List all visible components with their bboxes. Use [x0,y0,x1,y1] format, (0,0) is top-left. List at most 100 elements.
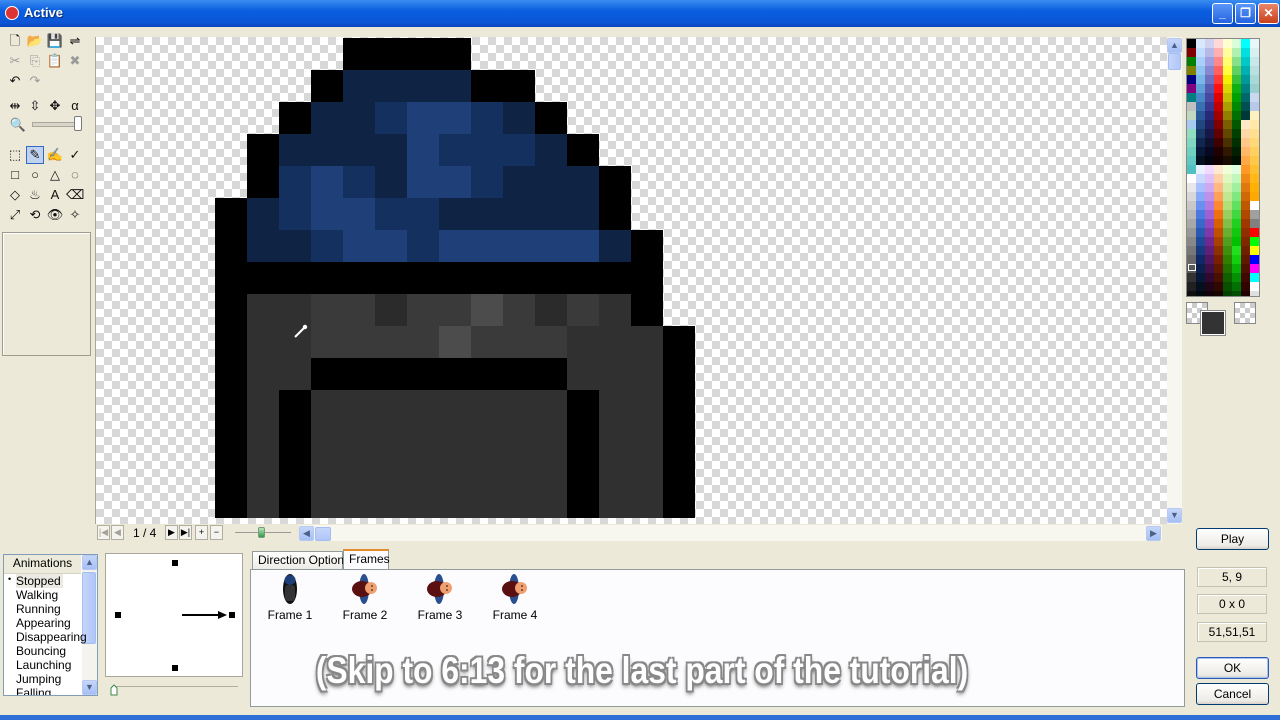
palette-swatch[interactable] [1223,192,1232,201]
eraser-icon[interactable]: ⌫ [66,186,84,204]
palette-swatch[interactable] [1223,57,1232,66]
palette-swatch[interactable] [1232,120,1241,129]
palette-swatch[interactable] [1250,282,1259,291]
palette-swatch[interactable] [1232,129,1241,138]
palette-swatch[interactable] [1250,111,1259,120]
palette-swatch[interactable] [1232,219,1241,228]
palette-swatch[interactable] [1196,273,1205,282]
polygon-icon[interactable]: △ [46,166,64,184]
palette-swatch[interactable] [1205,120,1214,129]
add-frame-button[interactable]: + [195,525,208,540]
palette-swatch[interactable] [1214,282,1223,291]
direction-speed-thumb[interactable] [110,684,118,696]
horizontal-scroll-thumb[interactable] [315,527,331,541]
palette-swatch[interactable] [1205,165,1214,174]
palette-swatch[interactable] [1205,237,1214,246]
palette-swatch[interactable] [1241,156,1250,165]
palette-swatch[interactable] [1223,93,1232,102]
palette-swatch[interactable] [1223,102,1232,111]
palette-swatch[interactable] [1187,138,1196,147]
direction-speed-track[interactable] [112,686,238,687]
palette-swatch[interactable] [1196,120,1205,129]
palette-swatch[interactable] [1232,282,1241,291]
direction-down-handle[interactable] [172,665,178,671]
line-icon[interactable]: ✓ [66,146,84,164]
palette-swatch[interactable] [1250,138,1259,147]
palette-swatch[interactable] [1232,111,1241,120]
list-scroll-down-button[interactable]: ▼ [82,680,97,695]
palette-swatch[interactable] [1232,201,1241,210]
first-frame-button[interactable]: |◀ [97,525,110,540]
frame-thumbnail[interactable]: Frame 3 [405,570,475,630]
animations-list[interactable]: Animations ▲ ▼ Stopped • Walking Running App… [3,554,98,696]
palette-swatch[interactable] [1205,210,1214,219]
palette-swatch[interactable] [1223,201,1232,210]
palette-swatch[interactable] [1214,273,1223,282]
palette-swatch[interactable] [1250,165,1259,174]
palette-swatch[interactable] [1223,111,1232,120]
selection-icon[interactable]: ⬚ [6,146,24,164]
palette-swatch[interactable] [1232,48,1241,57]
text-icon[interactable]: A [46,186,64,204]
palette-swatch[interactable] [1205,57,1214,66]
palette-swatch[interactable] [1223,246,1232,255]
palette-swatch[interactable] [1196,237,1205,246]
canvas-vertical-scrollbar[interactable]: ▲ ▼ [1167,37,1182,524]
save-icon[interactable]: 💾 [46,32,64,50]
palette-swatch[interactable] [1187,237,1196,246]
fill-bucket-icon[interactable]: ◇ [6,186,24,204]
palette-swatch[interactable] [1223,255,1232,264]
palette-swatch[interactable] [1241,291,1250,296]
new-file-icon[interactable]: 🗋 [6,32,24,50]
palette-swatch[interactable] [1205,219,1214,228]
palette-swatch[interactable] [1214,102,1223,111]
palette-swatch[interactable] [1214,264,1223,273]
frame-thumbnail[interactable]: Frame 4 [480,570,550,630]
resize-arrow-icon[interactable]: ⤢ [6,206,24,224]
palette-swatch[interactable] [1241,138,1250,147]
palette-swatch[interactable] [1223,282,1232,291]
palette-swatch[interactable] [1205,192,1214,201]
palette-swatch[interactable] [1196,246,1205,255]
palette-swatch[interactable] [1214,93,1223,102]
palette-swatch[interactable] [1214,183,1223,192]
palette-swatch[interactable] [1223,147,1232,156]
tab-direction-options[interactable]: Direction Options [252,551,350,569]
app-icon[interactable] [5,6,19,20]
palette-swatch[interactable] [1205,66,1214,75]
palette-swatch[interactable] [1187,165,1196,174]
animation-item[interactable]: Falling [16,686,51,695]
palette-swatch[interactable] [1214,201,1223,210]
palette-swatch[interactable] [1214,48,1223,57]
rotate-icon[interactable]: ⟲ [26,206,44,224]
palette-swatch[interactable] [1196,219,1205,228]
palette-swatch[interactable] [1250,120,1259,129]
palette-swatch[interactable] [1223,273,1232,282]
palette-swatch[interactable] [1232,66,1241,75]
color-palette[interactable] [1186,38,1260,297]
palette-swatch[interactable] [1232,255,1241,264]
palette-swatch[interactable] [1241,282,1250,291]
palette-swatch[interactable] [1232,102,1241,111]
palette-swatch[interactable] [1250,129,1259,138]
delete-icon[interactable]: ✖ [66,52,84,70]
ellipse-icon[interactable]: ○ [26,166,44,184]
animation-item[interactable]: Stopped [16,574,63,588]
palette-swatch[interactable] [1223,75,1232,84]
palette-swatch[interactable] [1232,273,1241,282]
palette-swatch[interactable] [1196,138,1205,147]
palette-swatch[interactable] [1214,255,1223,264]
palette-swatch[interactable] [1214,111,1223,120]
palette-swatch[interactable] [1187,57,1196,66]
animation-item[interactable]: Bouncing [16,644,66,658]
palette-swatch[interactable] [1250,39,1259,48]
list-scroll-up-button[interactable]: ▲ [82,555,97,570]
cut-icon[interactable]: ✂ [6,52,24,70]
palette-swatch[interactable] [1223,120,1232,129]
palette-swatch[interactable] [1250,93,1259,102]
palette-swatch[interactable] [1232,84,1241,93]
palette-swatch[interactable] [1187,282,1196,291]
animations-header[interactable]: Animations [4,555,81,574]
palette-swatch[interactable] [1223,138,1232,147]
paste-icon[interactable]: 📋 [46,52,64,70]
